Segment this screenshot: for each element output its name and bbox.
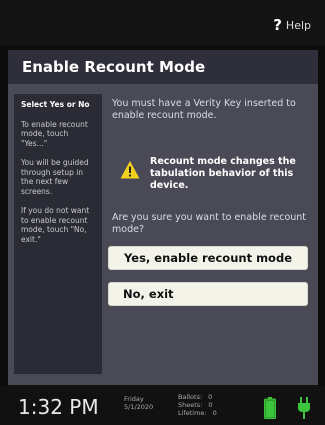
sidebar-paragraph: You will be guided through setup in the …	[21, 158, 89, 196]
sheets-counter: Sheets: 0	[178, 401, 217, 409]
date-label: 5/1/2020	[124, 403, 154, 411]
screen: ? Help Enable Recount Mode Select Yes or…	[0, 0, 325, 425]
clock-time: 1:32 PM	[18, 395, 99, 419]
lifetime-value: 0	[212, 409, 217, 417]
counters: Ballots: 0 Sheets: 0 Lifetime: 0	[178, 393, 217, 417]
content-area: You must have a Verity Key inserted to e…	[112, 98, 312, 235]
top-bar: ? Help	[0, 0, 325, 45]
main-panel: Enable Recount Mode Select Yes or No To …	[8, 50, 318, 385]
sidebar-paragraph: To enable recount mode, touch "Yes..."	[21, 119, 88, 148]
lifetime-label: Lifetime:	[178, 409, 207, 417]
help-icon: ?	[273, 16, 282, 34]
sidebar-heading: Select Yes or No	[21, 100, 90, 109]
ballots-counter: Ballots: 0	[178, 393, 217, 401]
instructions-sidebar: Select Yes or No To enable recount mode,…	[14, 94, 102, 374]
no-exit-button[interactable]: No, exit	[108, 282, 308, 306]
confirm-question: Are you sure you want to enable recount …	[112, 212, 307, 235]
day-label: Friday	[124, 395, 144, 403]
sheets-value: 0	[208, 401, 213, 409]
page-title: Enable Recount Mode	[22, 58, 206, 76]
date-display: Friday 5/1/2020	[124, 395, 153, 411]
warning-text: Recount mode changes the tabulation beha…	[150, 156, 296, 191]
help-label: Help	[285, 18, 311, 32]
battery-icon	[264, 397, 276, 419]
warning-icon	[120, 161, 140, 179]
lifetime-counter: Lifetime: 0	[178, 409, 217, 417]
ballots-value: 0	[208, 393, 213, 401]
status-bar: 1:32 PM Friday 5/1/2020 Ballots: 0 Sheet…	[0, 385, 325, 425]
sheets-label: Sheets:	[178, 401, 203, 409]
title-bar: Enable Recount Mode	[8, 50, 318, 84]
help-button[interactable]: ? Help	[267, 13, 317, 37]
key-message: You must have a Verity Key inserted to e…	[112, 98, 296, 121]
ballots-label: Ballots:	[178, 393, 203, 401]
sidebar-paragraph: If you do not want to enable recount mod…	[21, 206, 90, 244]
warning-box: Recount mode changes the tabulation beha…	[120, 156, 310, 192]
power-plug-icon	[298, 397, 310, 419]
yes-enable-recount-button[interactable]: Yes, enable recount mode	[108, 246, 308, 270]
